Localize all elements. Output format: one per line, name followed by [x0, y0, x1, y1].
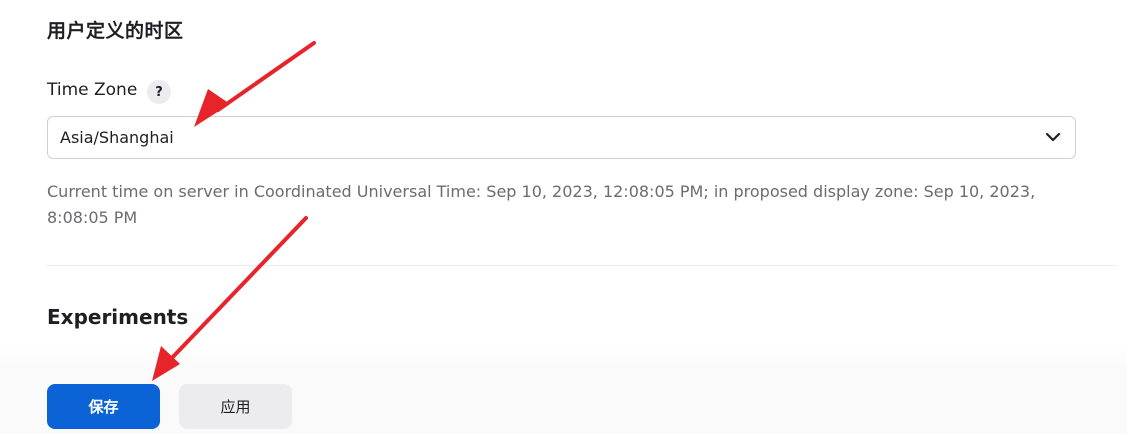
experiments-section-title: Experiments: [47, 305, 189, 329]
help-icon[interactable]: ?: [147, 80, 171, 104]
annotation-arrow-to-select: [194, 41, 316, 127]
timezone-section-title: 用户定义的时区: [47, 20, 184, 42]
apply-button[interactable]: 应用: [179, 384, 292, 429]
time-zone-description: Current time on server in Coordinated Un…: [47, 182, 1036, 227]
time-zone-label: Time Zone: [47, 80, 138, 100]
time-zone-select[interactable]: Asia/Shanghai: [47, 116, 1076, 159]
save-button[interactable]: 保存: [47, 384, 160, 429]
section-divider: [47, 265, 1117, 266]
bottom-action-bar: [0, 345, 1127, 434]
chevron-down-icon: [1045, 132, 1061, 142]
time-zone-selected-value: Asia/Shanghai: [60, 128, 174, 147]
